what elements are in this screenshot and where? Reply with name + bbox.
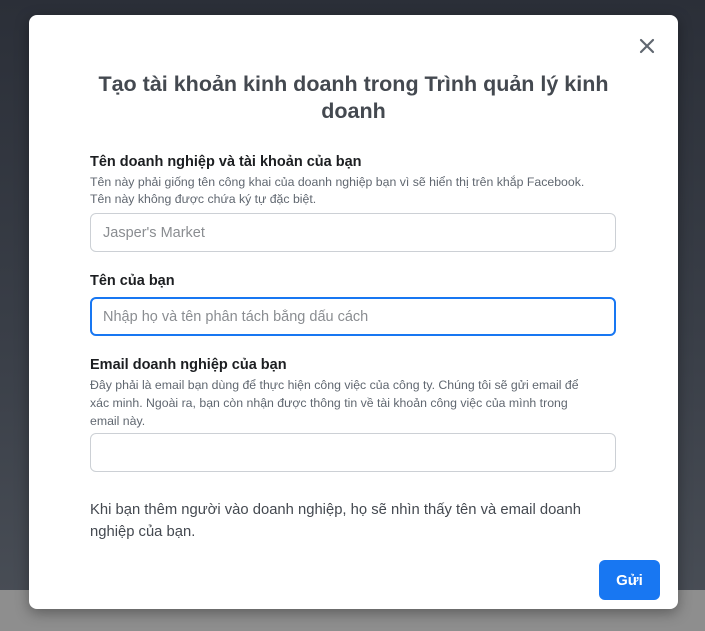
business-name-label: Tên doanh nghiệp và tài khoản của bạn (90, 154, 362, 170)
business-name-section: Tên doanh nghiệp và tài khoản của bạn Tê… (90, 153, 620, 208)
business-email-label: Email doanh nghiệp của bạn (90, 357, 287, 373)
submit-button[interactable]: Gửi (599, 560, 660, 600)
business-name-help: Tên này phải giống tên công khai của doa… (90, 173, 620, 208)
business-name-help-line: Tên này không được chứa ký tự đặc biệt. (90, 192, 317, 206)
close-button[interactable] (633, 32, 661, 60)
dialog-title: Tạo tài khoản kinh doanh trong Trình quả… (98, 72, 609, 123)
business-email-help-line: Đây phải là email bạn dùng để thực hiện … (90, 378, 579, 392)
business-email-input[interactable] (90, 433, 616, 472)
business-email-help-line: email này. (90, 414, 146, 428)
business-email-help: Đây phải là email bạn dùng để thực hiện … (90, 376, 620, 430)
business-name-input[interactable] (90, 213, 616, 252)
business-name-help-line: Tên này phải giống tên công khai của doa… (90, 175, 585, 189)
your-name-section: Tên của bạn (90, 272, 620, 290)
visibility-note: Khi bạn thêm người vào doanh nghiệp, họ … (90, 502, 581, 540)
business-email-section: Email doanh nghiệp của bạn Đây phải là e… (90, 356, 620, 430)
create-business-account-dialog: Tạo tài khoản kinh doanh trong Trình quả… (29, 15, 678, 609)
your-name-label: Tên của bạn (90, 273, 175, 289)
your-name-input[interactable] (90, 297, 616, 336)
business-email-help-line: xác minh. Ngoài ra, bạn còn nhận được th… (90, 396, 568, 410)
close-icon (639, 38, 655, 54)
